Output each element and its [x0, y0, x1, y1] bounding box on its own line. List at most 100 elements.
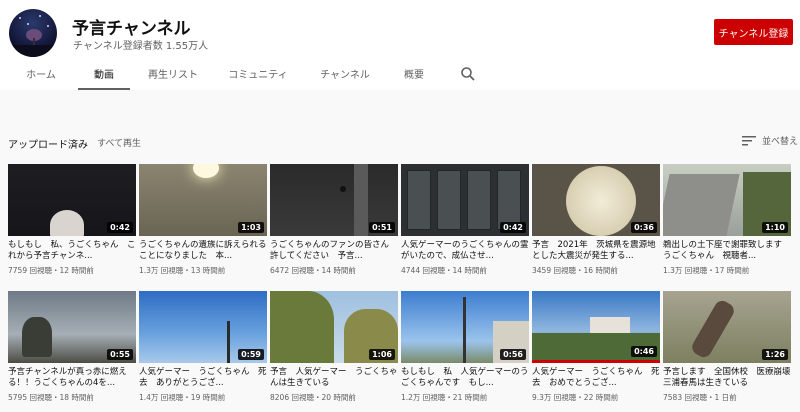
channel-avatar[interactable]: [9, 9, 57, 57]
video-duration: 1:26: [762, 349, 788, 360]
video-duration: 0:42: [107, 222, 133, 233]
tab-home[interactable]: ホーム: [20, 62, 62, 90]
thumbnail-art: [22, 317, 52, 357]
thumbnail-art: [354, 164, 368, 236]
video-title[interactable]: 予言チャンネルが真っ赤に燃える！！うごくちゃんの4を...: [8, 367, 136, 389]
subscribe-button[interactable]: チャンネル登録: [714, 19, 793, 45]
video-thumbnail[interactable]: 0:42: [401, 164, 529, 236]
video-title[interactable]: 予言 人気ゲーマー うごくちゃんは生きている: [270, 367, 398, 389]
tab-community[interactable]: コミュニティ: [226, 62, 290, 90]
video-duration: 0:46: [631, 346, 657, 357]
thumbnail-art: [227, 321, 230, 363]
thumbnail-art: [340, 186, 346, 192]
tab-about[interactable]: 概要: [400, 62, 428, 90]
video-card[interactable]: 0:46 人気ゲーマー うごくちゃん 死去 おめでとうござ... 9.3万 回視…: [532, 291, 660, 403]
video-meta: 8206 回視聴・20 時間前: [270, 393, 356, 402]
video-meta: 6472 回視聴・14 時間前: [270, 266, 356, 275]
video-thumbnail[interactable]: 0:42: [8, 164, 136, 236]
video-meta: 3459 回視聴・16 時間前: [532, 266, 618, 275]
video-duration: 0:56: [500, 349, 526, 360]
thumbnail-art: [663, 174, 740, 236]
video-duration: 1:10: [762, 222, 788, 233]
star-decoration: [27, 23, 29, 25]
video-card[interactable]: 0:55 予言チャンネルが真っ赤に燃える！！うごくちゃんの4を... 5795 …: [8, 291, 136, 403]
video-meta: 9.3万 回視聴・22 時間前: [532, 393, 619, 402]
video-card[interactable]: 0:56 もしもし 私 人気ゲーマーのうごくちゃんです もし... 1.2万 回…: [401, 291, 529, 403]
video-title[interactable]: 予言 2021年 茨城県を震源地とした大震災が発生する...: [532, 240, 660, 262]
video-card[interactable]: 1:10 鵜出しの土下座で謝罪致します うごくちゃん 視聴者... 1.3万 回…: [663, 164, 791, 276]
video-title[interactable]: 人気ゲーマー うごくちゃん 死去 ありがとうござ...: [139, 367, 267, 389]
video-meta: 1.3万 回視聴・17 時間前: [663, 266, 750, 275]
video-meta: 1.2万 回視聴・21 時間前: [401, 393, 488, 402]
video-meta: 5795 回視聴・18 時間前: [8, 393, 94, 402]
video-card[interactable]: 0:36 予言 2021年 茨城県を震源地とした大震災が発生する... 3459…: [532, 164, 660, 276]
tab-videos[interactable]: 動画: [78, 62, 130, 90]
video-title[interactable]: 予言します 全国休校 医療崩壊 三浦春馬は生きている: [663, 367, 791, 389]
video-thumbnail[interactable]: 1:03: [139, 164, 267, 236]
thumbnail-art: [193, 164, 219, 178]
video-card[interactable]: 1:26 予言します 全国休校 医療崩壊 三浦春馬は生きている 7583 回視聴…: [663, 291, 791, 403]
channel-header: 予言チャンネル チャンネル登録者数 1.55万人 チャンネル登録 ホーム 動画 …: [0, 0, 800, 90]
video-duration: 1:03: [238, 222, 264, 233]
sort-label: 並べ替え: [762, 137, 799, 147]
video-duration: 0:55: [107, 349, 133, 360]
video-duration: 0:51: [369, 222, 395, 233]
video-title[interactable]: 鵜出しの土下座で謝罪致します うごくちゃん 視聴者...: [663, 240, 791, 262]
video-card[interactable]: 0:59 人気ゲーマー うごくちゃん 死去 ありがとうござ... 1.4万 回視…: [139, 291, 267, 403]
video-duration: 1:06: [369, 349, 395, 360]
video-title[interactable]: 人気ゲーマー うごくちゃん 死去 おめでとうござ...: [532, 367, 660, 389]
channel-name: 予言チャンネル: [72, 19, 191, 39]
video-card[interactable]: 1:03 うごくちゃんの遺族に訴えられることになりました 本... 1.3万 回…: [139, 164, 267, 276]
channel-tabs: ホーム 動画 再生リスト コミュニティ チャンネル 概要: [0, 62, 800, 90]
thumbnail-art: [50, 210, 84, 236]
video-thumbnail[interactable]: 0:55: [8, 291, 136, 363]
thumbnail-art: [566, 166, 636, 236]
star-decoration: [47, 25, 49, 27]
video-meta: 7759 回視聴・12 時間前: [8, 266, 94, 275]
video-title[interactable]: もしもし 私 人気ゲーマーのうごくちゃんです もし...: [401, 367, 529, 389]
video-thumbnail[interactable]: 1:26: [663, 291, 791, 363]
subscriber-count: チャンネル登録者数 1.55万人: [73, 41, 209, 52]
video-thumbnail[interactable]: 1:10: [663, 164, 791, 236]
video-meta: 4744 回視聴・14 時間前: [401, 266, 487, 275]
video-meta: 1.4万 回視聴・19 時間前: [139, 393, 226, 402]
video-card[interactable]: 1:06 予言 人気ゲーマー うごくちゃんは生きている 8206 回視聴・20 …: [270, 291, 398, 403]
star-decoration: [19, 17, 21, 19]
video-card[interactable]: 0:51 うごくちゃんのファンの皆さん 許してください 予言... 6472 回…: [270, 164, 398, 276]
sort-button[interactable]: 並べ替え: [742, 134, 798, 147]
play-all-link[interactable]: すべて再生: [97, 136, 141, 149]
thumbnail-art: [270, 291, 334, 363]
video-title[interactable]: うごくちゃんの遺族に訴えられることになりました 本...: [139, 240, 267, 262]
video-title[interactable]: うごくちゃんのファンの皆さん 許してください 予言...: [270, 240, 398, 262]
thumbnail-art: [467, 170, 491, 230]
video-duration: 0:36: [631, 222, 657, 233]
video-card[interactable]: 0:42 もしもし 私、うごくちゃん これから予言チャンネ... 7759 回視…: [8, 164, 136, 276]
thumbnail-art: [689, 298, 737, 360]
thumbnail-art: [437, 170, 461, 230]
thumbnail-art: [463, 297, 466, 363]
video-thumbnail[interactable]: 0:51: [270, 164, 398, 236]
tab-channels[interactable]: チャンネル: [318, 62, 372, 90]
sort-icon: [742, 135, 756, 145]
uploads-section-bar: アップロード済み すべて再生 並べ替え: [0, 130, 800, 154]
video-title[interactable]: もしもし 私、うごくちゃん これから予言チャンネ...: [8, 240, 136, 262]
video-meta: 1.3万 回視聴・13 時間前: [139, 266, 226, 275]
section-title: アップロード済み: [8, 140, 88, 151]
video-thumbnail[interactable]: 0:36: [532, 164, 660, 236]
video-duration: 0:42: [500, 222, 526, 233]
video-duration: 0:59: [238, 349, 264, 360]
watch-progress-bar: [532, 360, 660, 363]
video-meta: 7583 回視聴・1 日前: [663, 393, 737, 402]
search-icon[interactable]: [460, 66, 476, 82]
ground-silhouette: [9, 45, 57, 57]
thumbnail-art: [497, 170, 521, 230]
video-thumbnail[interactable]: 1:06: [270, 291, 398, 363]
star-decoration: [39, 15, 41, 17]
video-title[interactable]: 人気ゲーマーのうごくちゃんの霊がいたので、成仏させ...: [401, 240, 529, 262]
video-thumbnail[interactable]: 0:46: [532, 291, 660, 363]
video-thumbnail[interactable]: 0:59: [139, 291, 267, 363]
thumbnail-art: [407, 170, 431, 230]
tab-playlists[interactable]: 再生リスト: [146, 62, 200, 90]
video-thumbnail[interactable]: 0:56: [401, 291, 529, 363]
video-card[interactable]: 0:42 人気ゲーマーのうごくちゃんの霊がいたので、成仏させ... 4744 回…: [401, 164, 529, 276]
